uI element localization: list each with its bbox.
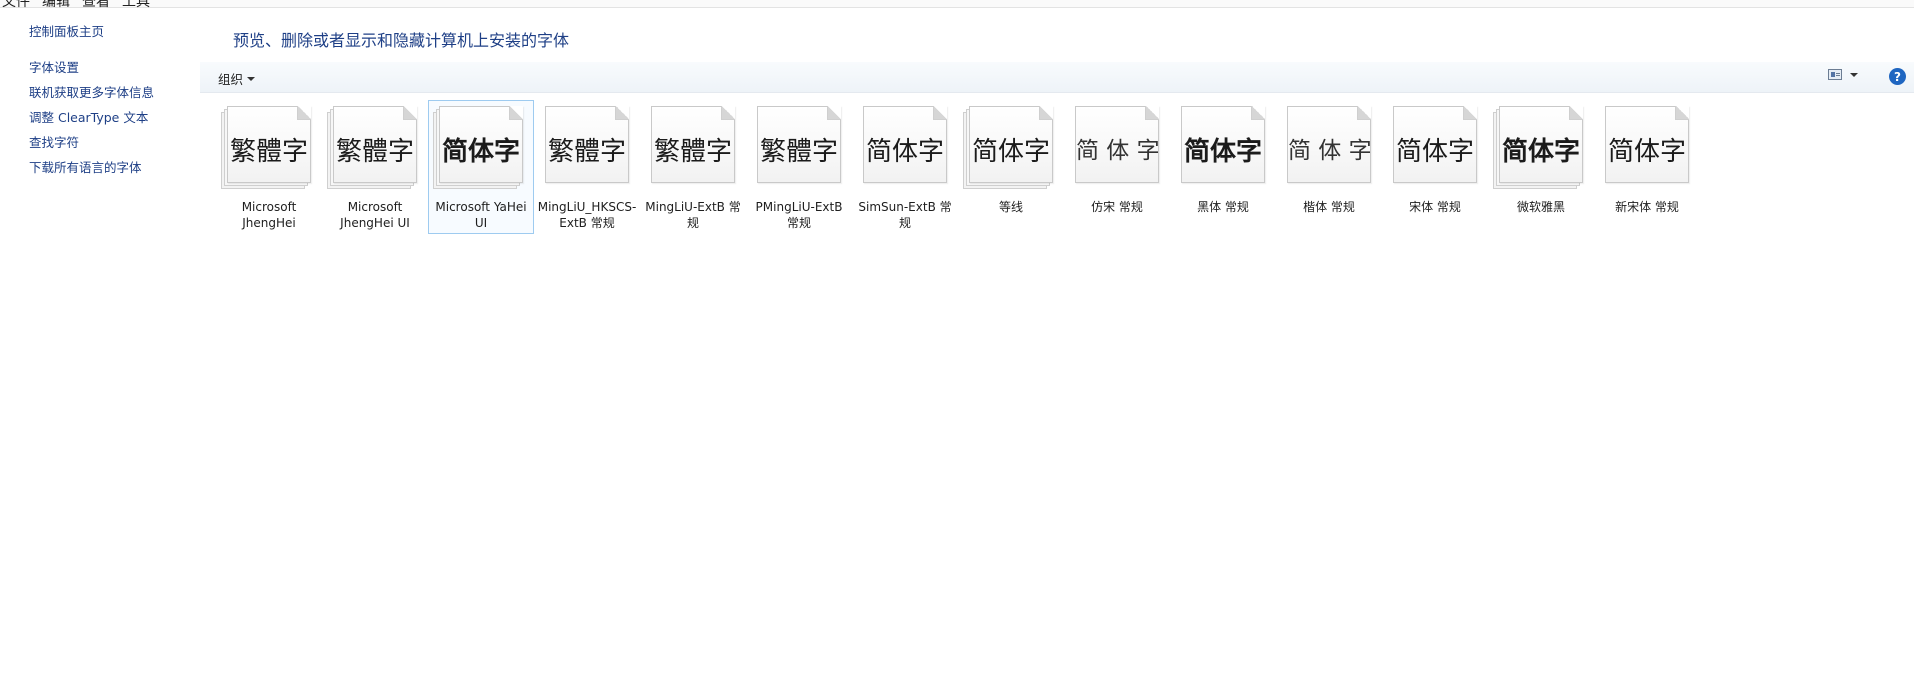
font-item[interactable]: 简体字 SimSun-ExtB 常规 xyxy=(852,100,958,234)
font-item[interactable]: 简体字 微软雅黑 xyxy=(1488,100,1594,234)
font-file-icon: 简体字 xyxy=(439,106,523,183)
chevron-down-icon xyxy=(247,77,256,81)
font-file-icon: 简 体 字 xyxy=(1287,106,1372,183)
font-file-icon: 简体字 xyxy=(1393,106,1477,183)
font-sample-text: 简体字 xyxy=(1501,137,1580,167)
font-sample-text: 简体字 xyxy=(441,137,520,167)
font-name: MingLiU-ExtB 常规 xyxy=(645,200,741,230)
organize-label: 组织 xyxy=(218,72,244,87)
toolbar: 组织 ? xyxy=(200,62,1914,93)
font-name: PMingLiU-ExtB 常规 xyxy=(755,200,843,230)
font-item[interactable]: 简 体 字 仿宋 常规 xyxy=(1064,100,1170,234)
sidebar-item-online-font-info[interactable]: 联机获取更多字体信息 xyxy=(29,82,154,101)
font-item[interactable]: 简 体 字 楷体 常规 xyxy=(1276,100,1382,234)
font-file-icon: 简体字 xyxy=(1499,106,1583,183)
font-item[interactable]: 繁體字 Microsoft JhengHei UI xyxy=(322,100,428,234)
sidebar-item-find-character[interactable]: 查找字符 xyxy=(29,132,79,151)
font-name: MingLiU_HKSCS-ExtB 常规 xyxy=(537,200,637,230)
font-item[interactable]: 简体字 新宋体 常规 xyxy=(1594,100,1700,234)
font-item[interactable]: 繁體字 MingLiU_HKSCS-ExtB 常规 xyxy=(534,100,640,234)
change-view-button[interactable] xyxy=(1828,69,1858,80)
help-icon[interactable]: ? xyxy=(1889,68,1906,85)
font-file-icon: 繁體字 xyxy=(333,106,417,183)
page-title: 预览、删除或者显示和隐藏计算机上安装的字体 xyxy=(233,31,570,50)
font-name: 新宋体 常规 xyxy=(1615,200,1679,214)
font-sample-text: 简 体 字 xyxy=(1076,138,1160,164)
font-sample-text: 繁體字 xyxy=(229,137,308,167)
sidebar: 控制面板主页 字体设置 联机获取更多字体信息 调整 ClearType 文本 查… xyxy=(0,0,200,677)
font-item[interactable]: 繁體字 PMingLiU-ExtB 常规 xyxy=(746,100,852,234)
font-file-icon: 繁體字 xyxy=(227,106,311,183)
sidebar-item-control-panel-home[interactable]: 控制面板主页 xyxy=(29,21,104,40)
font-sample-text: 繁體字 xyxy=(335,137,414,167)
font-item[interactable]: 繁體字 MingLiU-ExtB 常规 xyxy=(640,100,746,234)
font-name: 微软雅黑 xyxy=(1516,200,1565,214)
font-name: Microsoft YaHei UI xyxy=(435,200,527,230)
font-item-selected[interactable]: 简体字 Microsoft YaHei UI xyxy=(428,100,534,234)
font-name: Microsoft JhengHei UI xyxy=(340,200,410,230)
font-item[interactable]: 简体字 黑体 常规 xyxy=(1170,100,1276,234)
font-file-icon: 繁體字 xyxy=(757,106,841,183)
font-file-icon: 简体字 xyxy=(1181,106,1265,183)
font-sample-text: 简体字 xyxy=(1395,137,1474,167)
font-item[interactable]: 繁體字 Microsoft JhengHei xyxy=(216,100,322,234)
font-file-icon: 繁體字 xyxy=(651,106,735,183)
font-file-icon: 繁體字 xyxy=(545,106,629,183)
font-file-icon: 简体字 xyxy=(969,106,1053,183)
font-name: SimSun-ExtB 常规 xyxy=(858,200,952,230)
font-sample-text: 简 体 字 xyxy=(1288,138,1372,164)
organize-button[interactable]: 组织 xyxy=(218,69,256,88)
font-name: 楷体 常规 xyxy=(1303,200,1355,214)
view-mode-icon xyxy=(1828,69,1842,80)
font-sample-text: 简体字 xyxy=(1607,137,1686,167)
font-grid: 繁體字 Microsoft JhengHei 繁體字 Microsoft Jhe… xyxy=(216,100,1700,234)
font-sample-text: 简体字 xyxy=(865,137,944,167)
font-name: 宋体 常规 xyxy=(1409,200,1461,214)
font-sample-text: 繁體字 xyxy=(547,137,626,167)
font-sample-text: 繁體字 xyxy=(759,137,838,167)
font-item[interactable]: 简体字 宋体 常规 xyxy=(1382,100,1488,234)
font-sample-text: 简体字 xyxy=(971,137,1050,167)
font-file-icon: 简 体 字 xyxy=(1075,106,1160,183)
font-name: 等线 xyxy=(998,200,1023,214)
font-item[interactable]: 简体字 等线 xyxy=(958,100,1064,234)
font-file-icon: 简体字 xyxy=(863,106,947,183)
font-file-icon: 简体字 xyxy=(1605,106,1689,183)
font-name: Microsoft JhengHei xyxy=(241,200,297,230)
font-name: 仿宋 常规 xyxy=(1091,200,1143,214)
font-sample-text: 繁體字 xyxy=(653,137,732,167)
chevron-down-icon xyxy=(1850,73,1858,77)
sidebar-item-font-settings[interactable]: 字体设置 xyxy=(29,57,79,76)
font-sample-text: 简体字 xyxy=(1183,137,1262,167)
sidebar-item-download-fonts[interactable]: 下载所有语言的字体 xyxy=(29,157,142,176)
menu-bar-remnant: 文件 编辑 查看 工具 xyxy=(0,0,1914,10)
sidebar-item-adjust-cleartype[interactable]: 调整 ClearType 文本 xyxy=(29,107,148,126)
font-name: 黑体 常规 xyxy=(1197,200,1249,214)
